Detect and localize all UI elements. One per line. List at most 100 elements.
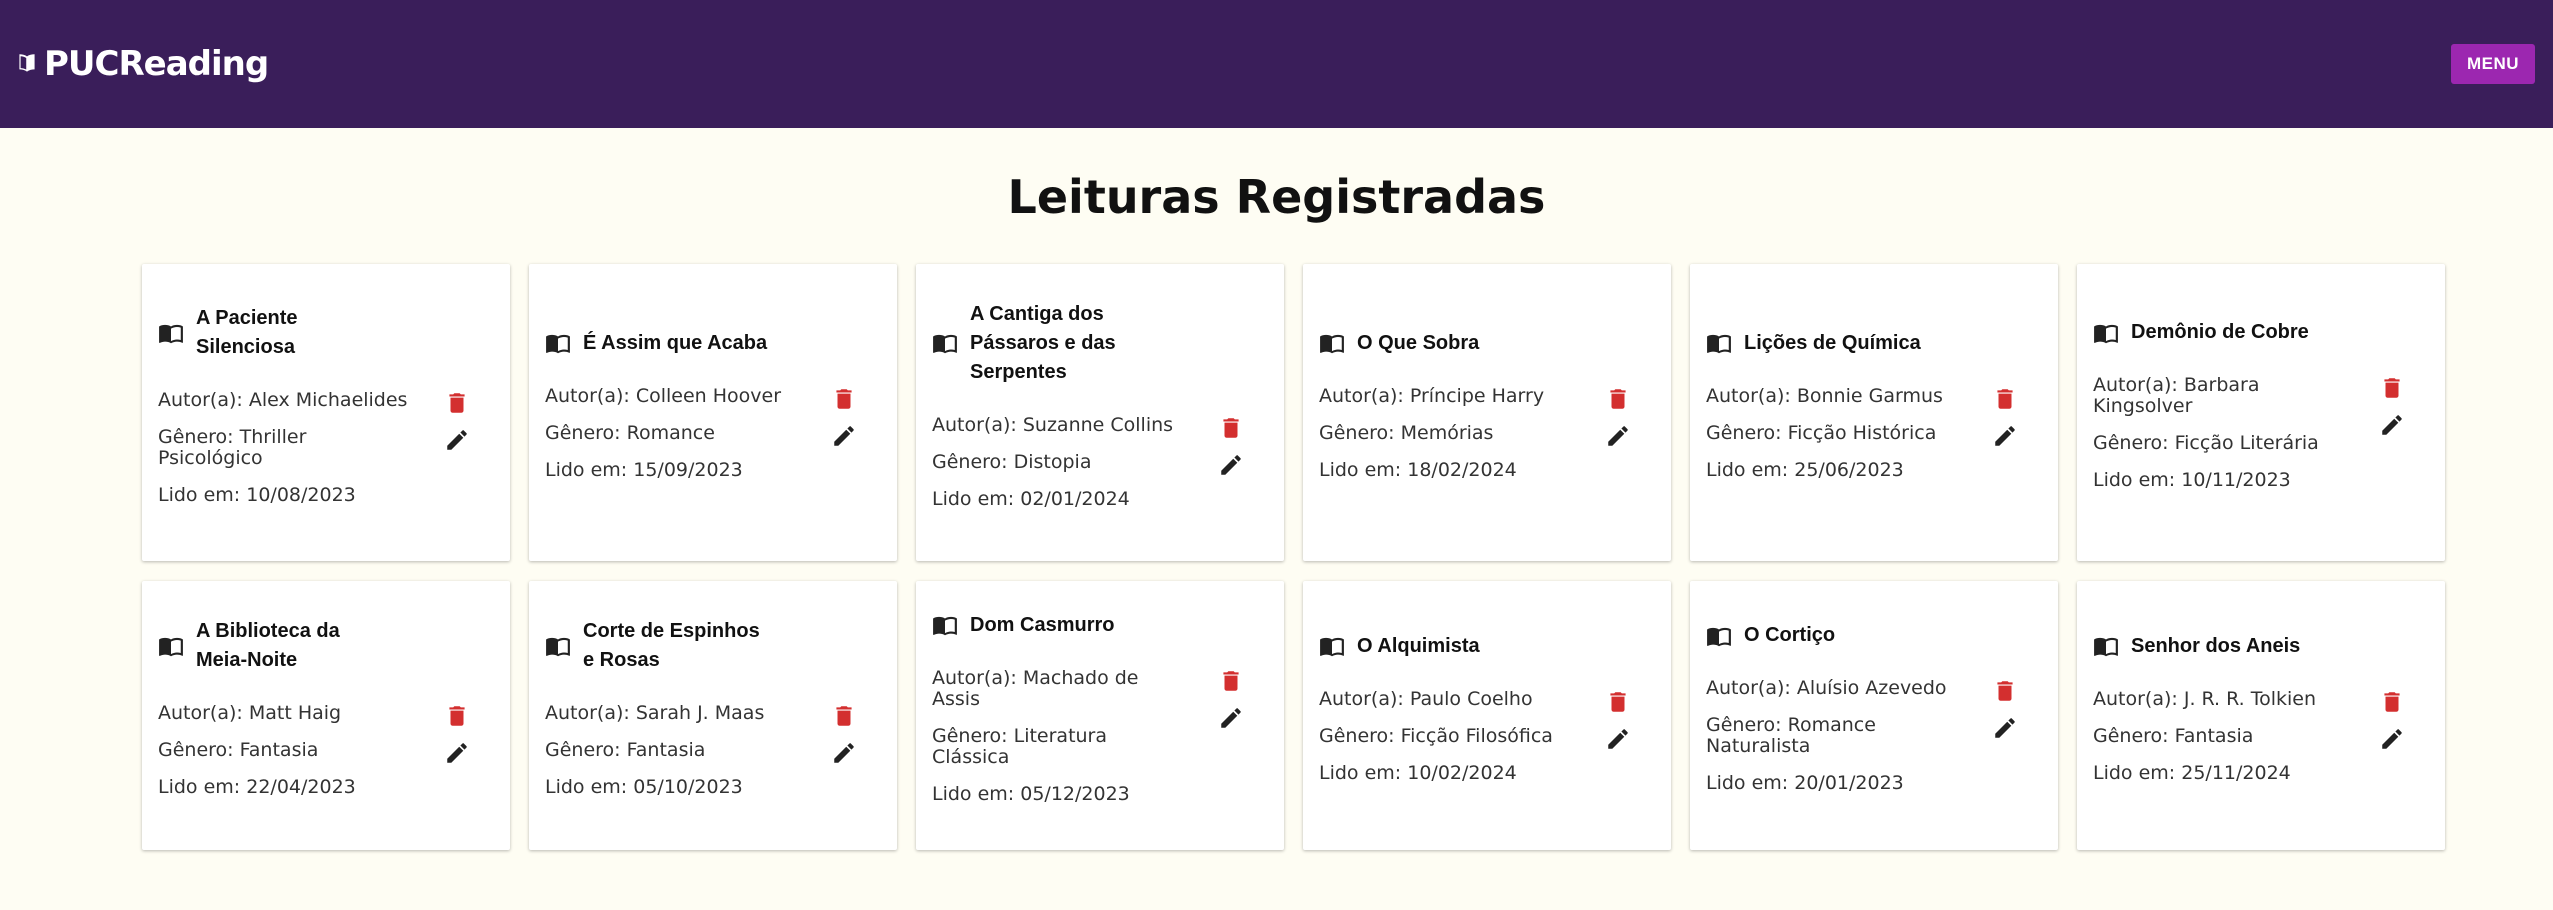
book-card: Demônio de Cobre Autor(a): Barbara Kings… [2077,264,2445,561]
trash-icon[interactable] [444,703,470,729]
card-body: Autor(a): Alex Michaelides Gênero: Thril… [158,389,494,522]
card-header: Demônio de Cobre [2093,318,2429,347]
menu-book-icon [932,612,958,638]
book-card: A Cantiga dos Pássaros e das Serpentes A… [916,264,1284,561]
book-read-date: Lido em: 10/02/2024 [1319,761,1517,784]
book-author: Autor(a): Bonnie Garmus [1706,384,1943,407]
card-header: A Cantiga dos Pássaros e das Serpentes [932,300,1268,387]
book-read-date: Lido em: 18/02/2024 [1319,458,1517,481]
trash-icon[interactable] [1992,678,2018,704]
pencil-icon[interactable] [1605,423,1631,449]
trash-icon[interactable] [2379,689,2405,715]
pencil-icon[interactable] [831,740,857,766]
card-actions [2379,689,2405,752]
card-body: Autor(a): J. R. R. Tolkien Gênero: Fanta… [2093,688,2429,800]
trash-icon[interactable] [1992,386,2018,412]
card-body: Autor(a): Matt Haig Gênero: Fantasia Lid… [158,703,494,814]
pencil-icon[interactable] [1605,726,1631,752]
book-genre: Gênero: Fantasia [2093,724,2254,747]
book-genre: Gênero: Distopia [932,450,1092,473]
book-title: Demônio de Cobre [2131,321,2309,343]
book-title: A Cantiga dos Pássaros e das Serpentes [970,302,1116,383]
book-genre: Gênero: Ficção Literária [2093,432,2319,454]
card-header: Senhor dos Aneis [2093,632,2429,661]
menu-book-icon [1706,623,1732,649]
book-card: Corte de Espinhos e Rosas Autor(a): Sara… [529,581,897,850]
card-actions [444,390,470,453]
menu-book-icon [545,633,571,659]
trash-icon[interactable] [2379,375,2405,401]
book-read-date: Lido em: 10/11/2023 [2093,469,2291,491]
menu-book-icon [1319,330,1345,356]
pencil-icon[interactable] [1992,423,2018,449]
book-author: Autor(a): Príncipe Harry [1319,384,1545,407]
card-header: Dom Casmurro [932,611,1268,640]
book-read-date: Lido em: 22/04/2023 [158,776,356,798]
pencil-icon[interactable] [2379,726,2405,752]
book-title: Senhor dos Aneis [2131,634,2301,657]
book-genre: Gênero: Literatura Clássica [932,724,1108,768]
menu-book-icon [1706,330,1732,356]
card-body: Autor(a): Colleen Hoover Gênero: Romance… [545,384,881,497]
card-header: O Que Sobra [1319,329,1655,358]
card-actions [1605,689,1631,752]
pencil-icon[interactable] [1992,715,2018,741]
trash-icon[interactable] [444,390,470,416]
book-author: Autor(a): Colleen Hoover [545,384,782,407]
trash-icon[interactable] [1218,668,1244,694]
card-actions [831,703,857,766]
book-read-date: Lido em: 10/08/2023 [158,483,356,506]
book-genre: Gênero: Fantasia [545,739,706,761]
book-read-date: Lido em: 02/01/2024 [932,487,1130,510]
pencil-icon[interactable] [1218,452,1244,478]
book-title: É Assim que Acaba [583,331,768,354]
card-actions [1992,386,2018,449]
card-body: Autor(a): Príncipe Harry Gênero: Memória… [1319,384,1655,497]
book-card: O Que Sobra Autor(a): Príncipe Harry Gên… [1303,264,1671,561]
book-title: Corte de Espinhos e Rosas [583,620,760,671]
card-actions [831,386,857,449]
pencil-icon[interactable] [1218,705,1244,731]
book-card: O Cortiço Autor(a): Aluísio Azevedo Gêne… [1690,581,2058,850]
book-author: Autor(a): Machado de Assis [932,666,1139,710]
pencil-icon[interactable] [2379,412,2405,438]
menu-book-icon [1319,633,1345,659]
card-header: O Cortiço [1706,621,2042,650]
book-genre: Gênero: Romance Naturalista [1706,714,1876,757]
card-actions [2379,375,2405,438]
trash-icon[interactable] [1605,386,1631,412]
book-card: É Assim que Acaba Autor(a): Colleen Hoov… [529,264,897,561]
card-actions [1992,678,2018,741]
book-card: Senhor dos Aneis Autor(a): J. R. R. Tolk… [2077,581,2445,850]
menu-button[interactable]: MENU [2450,44,2535,84]
trash-icon[interactable] [831,703,857,729]
book-title: A Paciente Silenciosa [196,306,298,358]
book-card: Dom Casmurro Autor(a): Machado de Assis … [916,581,1284,850]
pencil-icon[interactable] [444,740,470,766]
book-genre: Gênero: Ficção Filosófica [1319,724,1553,747]
pencil-icon[interactable] [831,423,857,449]
card-header: É Assim que Acaba [545,329,881,358]
card-actions [444,703,470,766]
book-title: Dom Casmurro [970,613,1115,636]
book-genre: Gênero: Fantasia [158,739,319,761]
trash-icon[interactable] [1605,689,1631,715]
trash-icon[interactable] [1218,415,1244,441]
book-genre: Gênero: Romance [545,421,715,444]
book-title: A Biblioteca da Meia-Noite [196,620,340,671]
menu-book-icon [2093,633,2119,659]
card-header: O Alquimista [1319,632,1655,661]
book-read-date: Lido em: 25/06/2023 [1706,458,1904,481]
book-title: Lições de Química [1744,331,1921,354]
book-author: Autor(a): Matt Haig [158,702,342,724]
pencil-icon[interactable] [444,427,470,453]
book-read-date: Lido em: 25/11/2024 [2093,761,2291,784]
logo[interactable]: PUCReading [14,44,269,84]
card-body: Autor(a): Suzanne Collins Gênero: Distop… [932,414,1268,526]
card-body: Autor(a): Barbara Kingsolver Gênero: Fic… [2093,375,2429,507]
trash-icon[interactable] [831,386,857,412]
book-logo-icon [19,54,35,72]
book-read-date: Lido em: 15/09/2023 [545,458,743,481]
menu-book-icon [2093,320,2119,346]
book-author: Autor(a): Paulo Coelho [1319,687,1533,710]
